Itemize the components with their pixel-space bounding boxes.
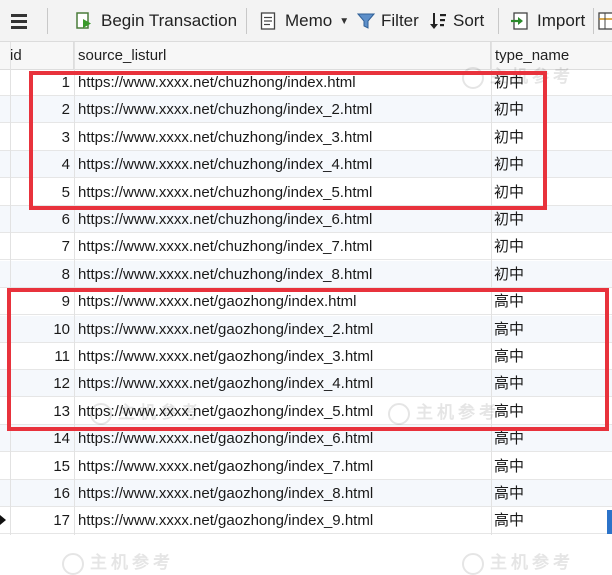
- grid-header: id source_listurl type_name: [0, 42, 612, 70]
- begin-transaction-button[interactable]: Begin Transaction: [75, 9, 237, 33]
- watermark: 主机参考: [62, 548, 174, 575]
- cell-type-name[interactable]: 高中: [491, 453, 606, 480]
- cell-type-name[interactable]: 初中: [491, 233, 606, 260]
- watermark: 主机参考: [462, 548, 574, 575]
- toolbar-divider: [47, 8, 48, 34]
- toolbar-divider: [498, 8, 499, 34]
- highlight-box-gaozhong: [7, 288, 609, 431]
- toolbar-divider: [246, 8, 247, 34]
- import-label: Import: [537, 11, 586, 30]
- filter-button[interactable]: Filter: [356, 9, 419, 33]
- column-header-source-listurl[interactable]: source_listurl: [74, 42, 491, 69]
- column-header-id[interactable]: id: [6, 42, 74, 69]
- cell-type-name[interactable]: 高中: [491, 507, 606, 534]
- memo-icon: [259, 12, 277, 30]
- cell-id[interactable]: 17: [10, 507, 72, 534]
- transaction-icon: [75, 12, 93, 30]
- hamburger-menu-icon: [10, 12, 28, 30]
- begin-transaction-label: Begin Transaction: [101, 11, 238, 30]
- export-icon: [598, 12, 612, 30]
- cell-source-listurl[interactable]: https://www.xxxx.net/gaozhong/index_9.ht…: [74, 507, 490, 534]
- cell-source-listurl[interactable]: https://www.xxxx.net/chuzhong/index_7.ht…: [74, 233, 490, 260]
- toolbar-divider: [593, 8, 594, 34]
- cell-id[interactable]: 8: [10, 261, 72, 288]
- cell-id[interactable]: 6: [10, 206, 72, 233]
- sort-icon: [429, 12, 447, 30]
- table-row[interactable]: 16 https://www.xxxx.net/gaozhong/index_8.…: [0, 480, 612, 507]
- cell-type-name[interactable]: 高中: [491, 480, 606, 507]
- table-row[interactable]: 15 https://www.xxxx.net/gaozhong/index_7.…: [0, 453, 612, 480]
- filter-icon: [356, 12, 376, 30]
- table-row[interactable]: 8 https://www.xxxx.net/chuzhong/index_8.h…: [0, 260, 612, 288]
- selection-accent: [607, 510, 612, 534]
- memo-button[interactable]: Memo ▼: [259, 9, 349, 33]
- table-row[interactable]: 6 https://www.xxxx.net/chuzhong/index_6.h…: [0, 206, 612, 233]
- cell-type-name[interactable]: 初中: [491, 206, 606, 233]
- cell-source-listurl[interactable]: https://www.xxxx.net/gaozhong/index_7.ht…: [74, 453, 490, 480]
- cell-source-listurl[interactable]: https://www.xxxx.net/chuzhong/index_8.ht…: [74, 261, 490, 288]
- cell-source-listurl[interactable]: https://www.xxxx.net/chuzhong/index_6.ht…: [74, 206, 490, 233]
- filter-label: Filter: [381, 11, 419, 30]
- table-row[interactable]: 7 https://www.xxxx.net/chuzhong/index_7.h…: [0, 233, 612, 261]
- sort-label: Sort: [453, 11, 485, 30]
- highlight-box-chuzhong: [29, 71, 547, 210]
- menu-button[interactable]: [10, 9, 36, 33]
- cell-type-name[interactable]: 初中: [491, 261, 606, 288]
- table-row[interactable]: 17 https://www.xxxx.net/gaozhong/index_9.…: [0, 507, 612, 535]
- current-row-pointer-icon: [0, 515, 6, 526]
- cell-id[interactable]: 15: [10, 453, 72, 480]
- cell-id[interactable]: 7: [10, 233, 72, 260]
- cell-source-listurl[interactable]: https://www.xxxx.net/gaozhong/index_8.ht…: [74, 480, 490, 507]
- watermark-logo-icon: [62, 552, 84, 575]
- import-button[interactable]: Import: [511, 9, 585, 33]
- column-header-type-name[interactable]: type_name: [491, 42, 612, 69]
- import-icon: [511, 12, 529, 30]
- memo-label: Memo: [285, 11, 333, 30]
- cell-id[interactable]: 16: [10, 480, 72, 507]
- chevron-down-icon[interactable]: ▼: [339, 16, 349, 27]
- watermark-logo-icon: [462, 552, 484, 575]
- export-button[interactable]: [598, 9, 612, 33]
- toolbar: Begin Transaction Memo ▼ Filter Sort Imp…: [0, 0, 612, 42]
- sort-button[interactable]: Sort: [429, 9, 484, 33]
